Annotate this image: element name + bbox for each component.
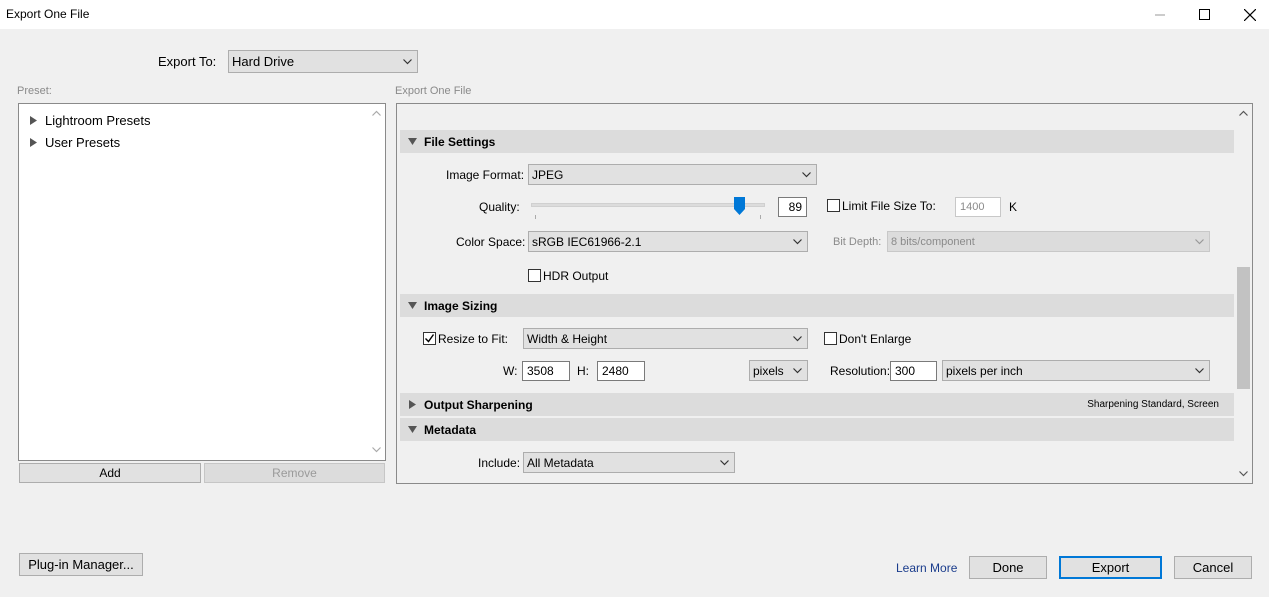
done-button[interactable]: Done: [969, 556, 1047, 579]
maximize-button[interactable]: [1181, 0, 1227, 29]
include-metadata-value: All Metadata: [527, 455, 594, 470]
expand-arrow-icon: [30, 116, 37, 125]
height-label: H:: [577, 364, 589, 378]
image-sizing-header[interactable]: Image Sizing: [400, 294, 1234, 317]
chevron-down-icon: [793, 238, 802, 244]
collapse-arrow-icon: [407, 138, 417, 145]
file-settings-header[interactable]: File Settings: [400, 130, 1234, 153]
width-input[interactable]: 3508: [522, 361, 570, 381]
resize-mode-value: Width & Height: [527, 331, 608, 346]
collapse-arrow-icon: [407, 302, 417, 309]
limit-file-size-checkbox[interactable]: [827, 199, 840, 212]
include-metadata-select[interactable]: All Metadata: [523, 452, 735, 473]
resolution-label: Resolution:: [830, 364, 891, 378]
close-icon: [1244, 8, 1256, 21]
output-sharpening-summary: Sharpening Standard, Screen: [1087, 399, 1219, 410]
panel-label: Export One File: [395, 85, 472, 97]
bit-depth-select[interactable]: 8 bits/component: [887, 231, 1210, 252]
limit-file-size-input[interactable]: 1400: [955, 197, 1001, 217]
export-to-select[interactable]: Hard Drive: [228, 50, 418, 73]
metadata-title: Metadata: [424, 422, 477, 437]
quality-slider-track[interactable]: [531, 203, 765, 207]
checkmark-icon: [425, 334, 435, 343]
scroll-down-icon[interactable]: [372, 447, 381, 453]
image-format-value: JPEG: [532, 167, 564, 182]
dont-enlarge-checkbox[interactable]: [824, 332, 837, 345]
limit-file-size-label: Limit File Size To:: [842, 199, 936, 213]
image-format-select[interactable]: JPEG: [528, 164, 817, 185]
preset-item-label: Lightroom Presets: [45, 113, 151, 128]
collapse-arrow-icon: [407, 426, 417, 433]
resize-to-fit-label: Resize to Fit:: [438, 332, 509, 346]
file-settings-title: File Settings: [424, 134, 496, 149]
close-button[interactable]: [1227, 0, 1269, 29]
list-item[interactable]: User Presets: [30, 135, 120, 150]
list-item[interactable]: Lightroom Presets: [30, 113, 151, 128]
height-input[interactable]: 2480: [597, 361, 645, 381]
image-sizing-title: Image Sizing: [424, 298, 498, 313]
size-unit-select[interactable]: pixels: [749, 360, 808, 381]
bit-depth-label: Bit Depth:: [833, 236, 882, 248]
size-unit-value: pixels: [753, 363, 784, 378]
export-to-label: Export To:: [158, 54, 217, 69]
color-space-value: sRGB IEC61966-2.1: [532, 234, 642, 249]
scrollbar-thumb[interactable]: [1237, 267, 1250, 389]
chevron-down-icon: [403, 58, 412, 64]
minimize-button[interactable]: [1137, 0, 1183, 29]
bit-depth-value: 8 bits/component: [891, 235, 975, 248]
output-sharpening-title: Output Sharpening: [424, 397, 533, 412]
remove-preset-button[interactable]: Remove: [204, 463, 385, 483]
output-sharpening-header[interactable]: Output Sharpening Sharpening Standard, S…: [400, 393, 1234, 416]
color-space-label: Color Space:: [456, 235, 526, 249]
chevron-down-icon: [793, 335, 802, 341]
resolution-unit-value: pixels per inch: [946, 363, 1023, 378]
expand-arrow-icon: [30, 138, 37, 147]
chevron-down-icon: [1195, 238, 1204, 244]
include-label: Include:: [478, 456, 521, 470]
metadata-header[interactable]: Metadata: [400, 418, 1234, 441]
limit-unit-label: K: [1009, 200, 1018, 214]
chevron-down-icon: [720, 459, 729, 465]
chevron-down-icon: [1195, 367, 1204, 373]
slider-tick: [760, 215, 761, 219]
resolution-input[interactable]: 300: [890, 361, 937, 381]
chevron-down-icon: [793, 367, 802, 373]
learn-more-link[interactable]: Learn More: [896, 561, 957, 575]
hdr-output-checkbox[interactable]: [528, 269, 541, 282]
title-bar: [0, 0, 1269, 29]
hdr-output-label: HDR Output: [543, 269, 609, 283]
color-space-select[interactable]: sRGB IEC61966-2.1: [528, 231, 808, 252]
preset-list[interactable]: Lightroom Presets User Presets: [18, 103, 386, 461]
scroll-up-icon[interactable]: [1239, 110, 1248, 116]
dont-enlarge-label: Don't Enlarge: [839, 332, 912, 346]
cancel-button[interactable]: Cancel: [1174, 556, 1252, 579]
maximize-icon: [1198, 9, 1210, 20]
add-preset-button[interactable]: Add: [19, 463, 201, 483]
window-title: Export One File: [6, 7, 90, 21]
width-label: W:: [503, 364, 518, 378]
preset-label: Preset:: [17, 85, 52, 97]
export-button[interactable]: Export: [1059, 556, 1162, 579]
image-format-label: Image Format:: [446, 168, 525, 182]
plugin-manager-button[interactable]: Plug-in Manager...: [19, 553, 143, 576]
resize-mode-select[interactable]: Width & Height: [523, 328, 808, 349]
export-to-value: Hard Drive: [232, 54, 295, 69]
quality-input[interactable]: 89: [778, 197, 807, 217]
resize-to-fit-checkbox[interactable]: [423, 332, 436, 345]
preset-item-label: User Presets: [45, 135, 121, 150]
quality-label: Quality:: [479, 200, 520, 214]
minimize-icon: [1155, 14, 1165, 15]
slider-tick: [535, 215, 536, 219]
chevron-down-icon: [802, 171, 811, 177]
scroll-up-icon[interactable]: [372, 110, 381, 116]
expand-arrow-icon: [408, 400, 416, 409]
scroll-down-icon[interactable]: [1239, 471, 1248, 477]
resolution-unit-select[interactable]: pixels per inch: [942, 360, 1210, 381]
quality-slider-thumb[interactable]: [734, 197, 745, 215]
